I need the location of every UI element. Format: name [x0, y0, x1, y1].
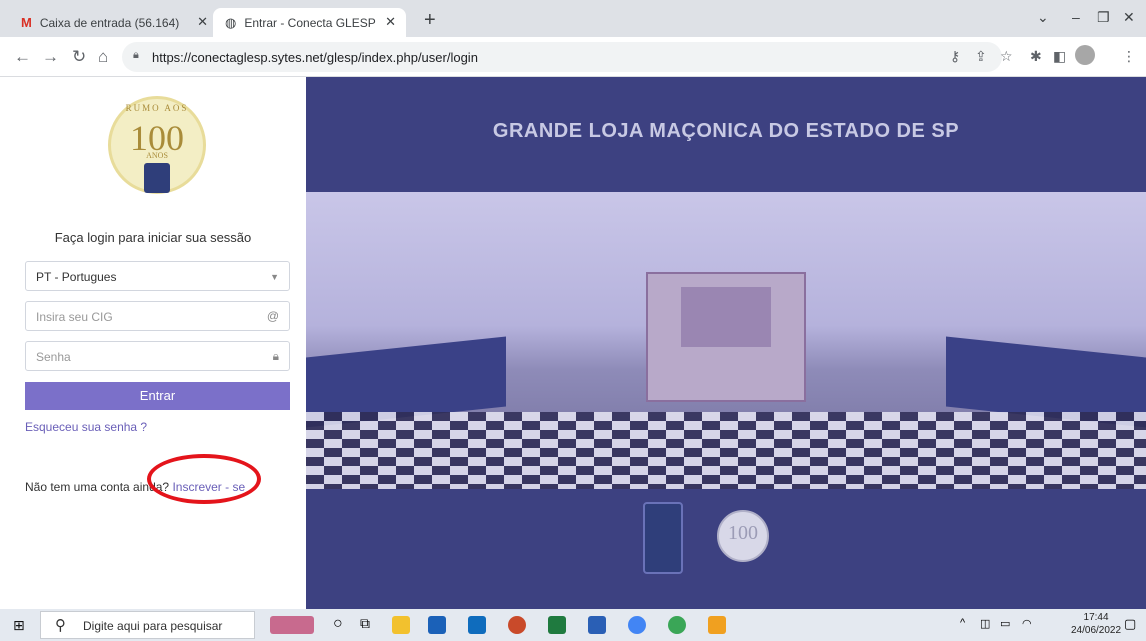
close-icon[interactable]: ✕: [385, 14, 396, 30]
taskbar: ⊞ ⚲ Digite aqui para pesquisar ○ ⧉ ^ ◫ ▭…: [0, 609, 1146, 641]
tab-title: Entrar - Conecta GLESP: [244, 15, 376, 30]
login-button[interactable]: Entrar: [25, 382, 290, 410]
logo-anos-text: ANOS: [146, 151, 168, 160]
url-text: https://conectaglesp.sytes.net/glesp/ind…: [152, 50, 478, 65]
avatar[interactable]: [1075, 45, 1095, 65]
new-tab-button[interactable]: +: [424, 9, 436, 32]
taskbar-search[interactable]: ⚲ Digite aqui para pesquisar: [40, 611, 255, 639]
tab-conecta-glesp[interactable]: ◍ Entrar - Conecta GLESP ✕: [213, 8, 406, 37]
flowers-icon[interactable]: [270, 616, 314, 634]
hero-title: GRANDE LOJA MAÇONICA DO ESTADO DE SP: [492, 120, 960, 142]
outlook-icon[interactable]: [468, 616, 486, 634]
home-button[interactable]: ⌂: [98, 47, 108, 67]
address-bar[interactable]: 🔒︎ https://conectaglesp.sytes.net/glesp/…: [122, 42, 1002, 72]
globe-icon: ◍: [225, 14, 237, 30]
forward-button[interactable]: →: [42, 47, 59, 67]
language-value: PT - Portugues: [36, 270, 117, 284]
cig-input[interactable]: Insira seu CIG @: [25, 301, 290, 331]
caret-down-icon: ▼: [270, 272, 279, 282]
close-icon[interactable]: ✕: [197, 14, 208, 30]
login-panel: RUMO AOS 100 ANOS Faça login para inicia…: [0, 77, 306, 609]
search-placeholder: Digite aqui para pesquisar: [83, 619, 223, 633]
tab-title: Caixa de entrada (56.164) - omar: [39, 15, 180, 30]
browser-toolbar: ← → ↻ ⌂ 🔒︎ https://conectaglesp.sytes.ne…: [0, 37, 1146, 77]
at-icon: @: [266, 309, 279, 323]
word-icon[interactable]: [588, 616, 606, 634]
search-icon: ⚲: [55, 617, 66, 634]
password-input[interactable]: Senha 🔒︎: [25, 341, 290, 371]
excel-icon[interactable]: [548, 616, 566, 634]
tray-chevron-icon[interactable]: ^: [960, 617, 965, 629]
restore-button[interactable]: ❐: [1097, 9, 1110, 26]
lock-icon: 🔒︎: [133, 49, 139, 61]
clock-time: 17:44: [1083, 612, 1109, 623]
forgot-password-link[interactable]: Esqueceu sua senha ?: [25, 420, 147, 434]
menu-icon[interactable]: ⋮: [1122, 48, 1136, 65]
centenary-badge: 100: [717, 510, 769, 562]
chevron-down-icon[interactable]: ⌄: [1037, 9, 1049, 26]
centenary-logo: RUMO AOS 100 ANOS: [108, 96, 206, 194]
battery-icon[interactable]: ▭: [1000, 617, 1010, 630]
whatsapp-icon[interactable]: [668, 616, 686, 634]
temple-hall-image: [306, 192, 1146, 489]
sidebar-icon[interactable]: ◧: [1053, 48, 1066, 65]
clock[interactable]: 17:44 24/06/2022: [1071, 611, 1121, 637]
cig-placeholder: Insira seu CIG: [36, 310, 113, 324]
glesp-crest-icon: [643, 502, 683, 574]
share-icon[interactable]: ⇪: [975, 48, 987, 65]
password-placeholder: Senha: [36, 350, 71, 364]
browser-tab-strip: M Caixa de entrada (56.164) - omar ✕ ◍ E…: [0, 0, 1146, 37]
pdf-icon[interactable]: [708, 616, 726, 634]
visio-icon[interactable]: [428, 616, 446, 634]
crest-icon: [144, 163, 170, 193]
hero-panel: GRANDE LOJA MAÇONICA DO ESTADO DE SP 100: [306, 77, 1146, 609]
language-select[interactable]: PT - Portugues ▼: [25, 261, 290, 291]
chrome-icon[interactable]: [628, 616, 646, 634]
star-icon[interactable]: ☆: [1000, 48, 1013, 65]
extensions-icon[interactable]: ✱: [1030, 48, 1042, 65]
highlight-circle: [147, 454, 261, 504]
task-view-icon[interactable]: ⧉: [360, 615, 370, 632]
tab-gmail[interactable]: M Caixa de entrada (56.164) - omar ✕: [9, 8, 218, 37]
wifi-icon[interactable]: ◠: [1022, 617, 1032, 630]
network-icon[interactable]: ◫: [980, 617, 990, 630]
notifications-icon[interactable]: ▢: [1124, 616, 1136, 632]
lock-icon: 🔒︎: [272, 349, 279, 363]
minimize-button[interactable]: –: [1072, 9, 1080, 25]
logo-rumo-text: RUMO AOS: [125, 103, 189, 113]
window-close-button[interactable]: ✕: [1123, 9, 1135, 26]
windows-start-icon[interactable]: ⊞: [13, 617, 25, 634]
clock-date: 24/06/2022: [1071, 625, 1122, 636]
gmail-icon: M: [21, 15, 32, 30]
back-button[interactable]: ←: [14, 47, 31, 67]
reload-button[interactable]: ↻: [72, 47, 86, 67]
file-explorer-icon[interactable]: [392, 616, 410, 634]
login-subtitle: Faça login para iniciar sua sessão: [54, 230, 252, 245]
powerpoint-icon[interactable]: [508, 616, 526, 634]
key-icon[interactable]: ⚷: [950, 48, 960, 65]
badge-number: 100: [728, 522, 758, 544]
cortana-icon[interactable]: ○: [333, 615, 343, 633]
